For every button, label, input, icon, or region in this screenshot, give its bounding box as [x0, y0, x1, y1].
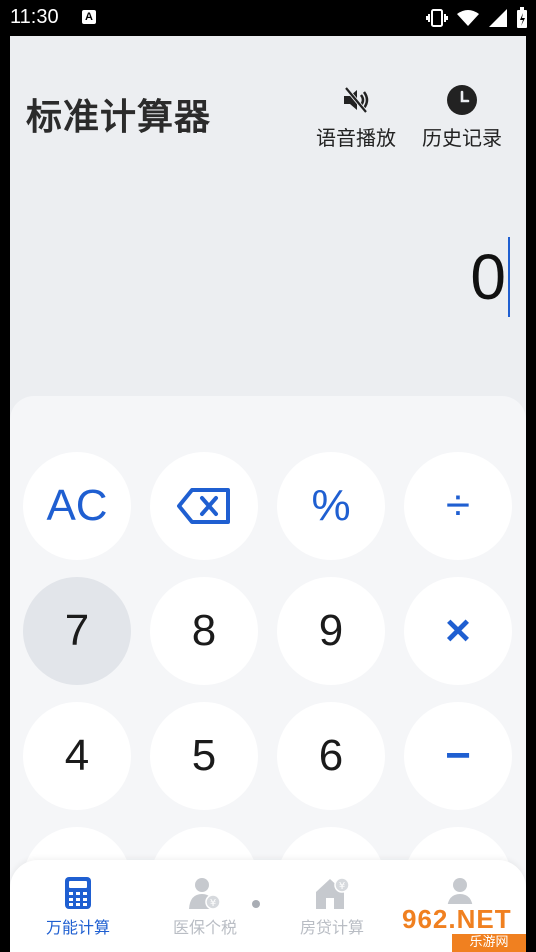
nav-label: 万能计算 — [45, 918, 110, 937]
wifi-icon — [457, 10, 479, 26]
svg-text:¥: ¥ — [339, 881, 345, 892]
watermark-top: 962.NET — [402, 904, 512, 934]
digit-7-button[interactable]: 7 — [23, 577, 131, 685]
voice-label: 语音播放 — [316, 126, 396, 150]
status-time: 11:30 — [10, 6, 59, 28]
display-value: 0 — [470, 241, 506, 313]
clear-button[interactable]: AC — [23, 452, 131, 560]
battery-icon — [517, 7, 527, 28]
house-coin-icon: ¥ — [316, 877, 350, 909]
person-coin-icon: ¥ — [189, 878, 221, 910]
nav-label: 房贷计算 — [299, 918, 364, 937]
svg-text:¥: ¥ — [210, 898, 216, 909]
nav-mortgage-calc[interactable]: ¥ 房贷计算 — [282, 876, 382, 938]
digit-4-button[interactable]: 4 — [23, 702, 131, 810]
nav-label: 医保个税 — [172, 918, 237, 937]
digit-9-button[interactable]: 9 — [277, 577, 385, 685]
watermark-logo: 962.NET 乐游网 — [402, 904, 526, 952]
status-icons — [426, 6, 528, 30]
nav-universal-calc[interactable]: 万能计算 — [28, 876, 128, 938]
vibrate-icon — [426, 9, 448, 27]
multiply-button[interactable]: × — [404, 577, 512, 685]
history-button[interactable]: 历史记录 — [416, 84, 508, 151]
calculator-app: 标准计算器 语音播放 历史记录 0 AC % ÷ 7 8 9 × 4 5 6 −… — [10, 36, 526, 952]
percent-button[interactable]: % — [277, 452, 385, 560]
page-indicator-dot — [252, 900, 260, 908]
page-title: 标准计算器 — [26, 97, 212, 138]
notification-icon: A — [82, 10, 96, 24]
signal-icon — [489, 9, 507, 27]
text-cursor — [508, 237, 510, 317]
speaker-mute-icon — [344, 86, 369, 114]
divide-button[interactable]: ÷ — [404, 452, 512, 560]
digit-5-button[interactable]: 5 — [150, 702, 258, 810]
display[interactable]: 0 — [470, 234, 510, 320]
voice-button[interactable]: 语音播放 — [310, 84, 402, 151]
status-bar: 11:30 A — [0, 0, 536, 36]
history-label: 历史记录 — [422, 126, 502, 150]
watermark-bottom: 乐游网 — [452, 934, 526, 952]
clock-icon — [447, 85, 477, 115]
digit-8-button[interactable]: 8 — [150, 577, 258, 685]
calculator-icon — [65, 877, 91, 909]
backspace-icon — [177, 488, 230, 524]
backspace-button[interactable] — [150, 452, 258, 560]
nav-medical-tax[interactable]: ¥ 医保个税 — [155, 876, 255, 938]
minus-button[interactable]: − — [404, 702, 512, 810]
digit-6-button[interactable]: 6 — [277, 702, 385, 810]
